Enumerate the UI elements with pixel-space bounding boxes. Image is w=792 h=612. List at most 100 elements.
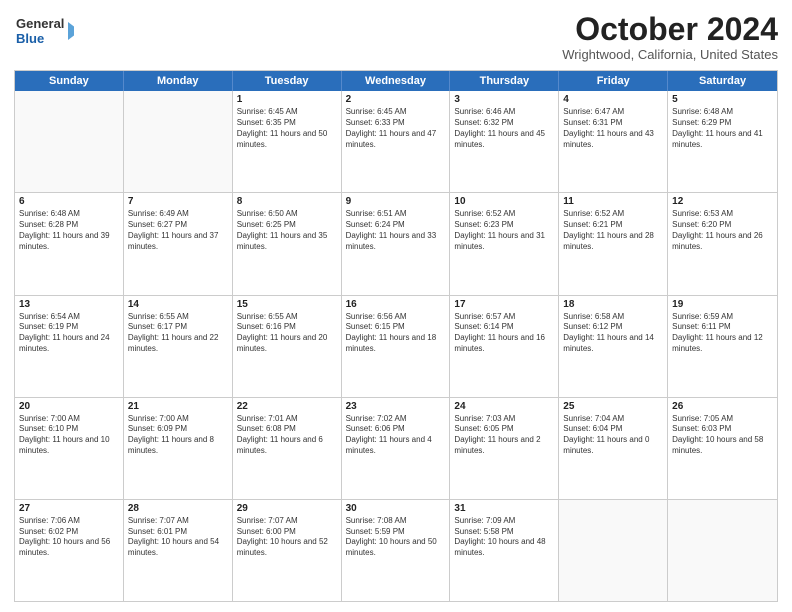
day-number: 15 (237, 299, 337, 310)
day-number: 28 (128, 503, 228, 514)
day-info: Sunrise: 6:45 AMSunset: 6:33 PMDaylight:… (346, 107, 446, 150)
header-day-friday: Friday (559, 71, 668, 91)
day-cell-8: 8Sunrise: 6:50 AMSunset: 6:25 PMDaylight… (233, 193, 342, 294)
day-number: 16 (346, 299, 446, 310)
day-info: Sunrise: 7:05 AMSunset: 6:03 PMDaylight:… (672, 414, 773, 457)
day-number: 27 (19, 503, 119, 514)
day-info: Sunrise: 7:02 AMSunset: 6:06 PMDaylight:… (346, 414, 446, 457)
calendar-week-2: 6Sunrise: 6:48 AMSunset: 6:28 PMDaylight… (15, 192, 777, 294)
day-info: Sunrise: 6:54 AMSunset: 6:19 PMDaylight:… (19, 312, 119, 355)
day-cell-5: 5 Sunrise: 6:48 AMSunset: 6:29 PMDaylight… (668, 91, 777, 192)
day-number: 3 (454, 94, 554, 105)
day-info: Sunrise: 7:04 AMSunset: 6:04 PMDaylight:… (563, 414, 663, 457)
header-day-thursday: Thursday (450, 71, 559, 91)
day-number: 1 (237, 94, 337, 105)
header-day-sunday: Sunday (15, 71, 124, 91)
day-info: Sunrise: 7:01 AMSunset: 6:08 PMDaylight:… (237, 414, 337, 457)
day-cell-3: 3 Sunrise: 6:46 AMSunset: 6:32 PMDaylight… (450, 91, 559, 192)
day-cell-9: 9Sunrise: 6:51 AMSunset: 6:24 PMDaylight… (342, 193, 451, 294)
calendar-week-3: 13 Sunrise: 6:54 AMSunset: 6:19 PMDayligh… (15, 295, 777, 397)
day-number: 12 (672, 196, 773, 207)
day-cell-14: 14Sunrise: 6:55 AMSunset: 6:17 PMDayligh… (124, 296, 233, 397)
day-cell-10: 10 Sunrise: 6:52 AMSunset: 6:23 PMDayligh… (450, 193, 559, 294)
day-number: 24 (454, 401, 554, 412)
title-block: October 2024 Wrightwood, California, Uni… (562, 12, 778, 62)
svg-text:Blue: Blue (16, 31, 44, 46)
day-info: Sunrise: 6:50 AMSunset: 6:25 PMDaylight:… (237, 209, 337, 252)
day-cell-18: 18 Sunrise: 6:58 AMSunset: 6:12 PMDayligh… (559, 296, 668, 397)
calendar-week-1: 1 Sunrise: 6:45 AMSunset: 6:35 PMDaylight… (15, 91, 777, 192)
day-info: Sunrise: 7:06 AMSunset: 6:02 PMDaylight:… (19, 516, 119, 559)
day-number: 22 (237, 401, 337, 412)
day-info: Sunrise: 6:51 AMSunset: 6:24 PMDaylight:… (346, 209, 446, 252)
day-cell-28: 28 Sunrise: 7:07 AMSunset: 6:01 PMDayligh… (124, 500, 233, 601)
day-cell-24: 24 Sunrise: 7:03 AMSunset: 6:05 PMDayligh… (450, 398, 559, 499)
day-info: Sunrise: 6:46 AMSunset: 6:32 PMDaylight:… (454, 107, 554, 150)
day-info: Sunrise: 6:58 AMSunset: 6:12 PMDaylight:… (563, 312, 663, 355)
day-info: Sunrise: 7:00 AMSunset: 6:09 PMDaylight:… (128, 414, 228, 457)
day-cell-2: 2 Sunrise: 6:45 AMSunset: 6:33 PMDaylight… (342, 91, 451, 192)
day-number: 13 (19, 299, 119, 310)
day-cell-7: 7Sunrise: 6:49 AMSunset: 6:27 PMDaylight… (124, 193, 233, 294)
day-cell-4: 4Sunrise: 6:47 AMSunset: 6:31 PMDaylight… (559, 91, 668, 192)
logo-svg: General Blue (14, 12, 74, 50)
title-location: Wrightwood, California, United States (562, 47, 778, 62)
day-number: 26 (672, 401, 773, 412)
day-number: 5 (672, 94, 773, 105)
day-number: 23 (346, 401, 446, 412)
day-info: Sunrise: 6:59 AMSunset: 6:11 PMDaylight:… (672, 312, 773, 355)
day-number: 31 (454, 503, 554, 514)
day-cell-19: 19Sunrise: 6:59 AMSunset: 6:11 PMDayligh… (668, 296, 777, 397)
day-info: Sunrise: 6:57 AMSunset: 6:14 PMDaylight:… (454, 312, 554, 355)
day-number: 21 (128, 401, 228, 412)
empty-cell (124, 91, 233, 192)
day-info: Sunrise: 6:48 AMSunset: 6:29 PMDaylight:… (672, 107, 773, 150)
day-number: 10 (454, 196, 554, 207)
day-cell-30: 30Sunrise: 7:08 AMSunset: 5:59 PMDayligh… (342, 500, 451, 601)
day-number: 2 (346, 94, 446, 105)
day-info: Sunrise: 7:07 AMSunset: 6:01 PMDaylight:… (128, 516, 228, 559)
day-cell-21: 21 Sunrise: 7:00 AMSunset: 6:09 PMDayligh… (124, 398, 233, 499)
header-day-saturday: Saturday (668, 71, 777, 91)
day-cell-25: 25 Sunrise: 7:04 AMSunset: 6:04 PMDayligh… (559, 398, 668, 499)
header-day-tuesday: Tuesday (233, 71, 342, 91)
day-number: 6 (19, 196, 119, 207)
day-cell-13: 13 Sunrise: 6:54 AMSunset: 6:19 PMDayligh… (15, 296, 124, 397)
svg-text:General: General (16, 16, 64, 31)
header-day-wednesday: Wednesday (342, 71, 451, 91)
day-number: 29 (237, 503, 337, 514)
calendar-week-5: 27 Sunrise: 7:06 AMSunset: 6:02 PMDayligh… (15, 499, 777, 601)
day-cell-6: 6Sunrise: 6:48 AMSunset: 6:28 PMDaylight… (15, 193, 124, 294)
day-info: Sunrise: 7:03 AMSunset: 6:05 PMDaylight:… (454, 414, 554, 457)
empty-cell (668, 500, 777, 601)
header: General Blue October 2024 Wrightwood, Ca… (14, 12, 778, 62)
empty-cell (15, 91, 124, 192)
day-number: 20 (19, 401, 119, 412)
calendar-week-4: 20Sunrise: 7:00 AMSunset: 6:10 PMDayligh… (15, 397, 777, 499)
logo: General Blue (14, 12, 74, 50)
day-number: 18 (563, 299, 663, 310)
day-info: Sunrise: 7:09 AMSunset: 5:58 PMDaylight:… (454, 516, 554, 559)
day-cell-12: 12 Sunrise: 6:53 AMSunset: 6:20 PMDayligh… (668, 193, 777, 294)
day-info: Sunrise: 6:56 AMSunset: 6:15 PMDaylight:… (346, 312, 446, 355)
day-cell-29: 29Sunrise: 7:07 AMSunset: 6:00 PMDayligh… (233, 500, 342, 601)
day-info: Sunrise: 6:47 AMSunset: 6:31 PMDaylight:… (563, 107, 663, 150)
day-info: Sunrise: 6:52 AMSunset: 6:23 PMDaylight:… (454, 209, 554, 252)
day-cell-17: 17 Sunrise: 6:57 AMSunset: 6:14 PMDayligh… (450, 296, 559, 397)
day-cell-15: 15 Sunrise: 6:55 AMSunset: 6:16 PMDayligh… (233, 296, 342, 397)
day-cell-27: 27 Sunrise: 7:06 AMSunset: 6:02 PMDayligh… (15, 500, 124, 601)
day-number: 14 (128, 299, 228, 310)
day-cell-20: 20Sunrise: 7:00 AMSunset: 6:10 PMDayligh… (15, 398, 124, 499)
day-info: Sunrise: 6:53 AMSunset: 6:20 PMDaylight:… (672, 209, 773, 252)
day-cell-16: 16 Sunrise: 6:56 AMSunset: 6:15 PMDayligh… (342, 296, 451, 397)
day-number: 30 (346, 503, 446, 514)
day-cell-31: 31 Sunrise: 7:09 AMSunset: 5:58 PMDayligh… (450, 500, 559, 601)
calendar-header: SundayMondayTuesdayWednesdayThursdayFrid… (15, 71, 777, 91)
day-number: 25 (563, 401, 663, 412)
day-info: Sunrise: 6:45 AMSunset: 6:35 PMDaylight:… (237, 107, 337, 150)
header-day-monday: Monday (124, 71, 233, 91)
day-info: Sunrise: 6:52 AMSunset: 6:21 PMDaylight:… (563, 209, 663, 252)
day-info: Sunrise: 6:55 AMSunset: 6:16 PMDaylight:… (237, 312, 337, 355)
day-number: 17 (454, 299, 554, 310)
calendar: SundayMondayTuesdayWednesdayThursdayFrid… (14, 70, 778, 602)
